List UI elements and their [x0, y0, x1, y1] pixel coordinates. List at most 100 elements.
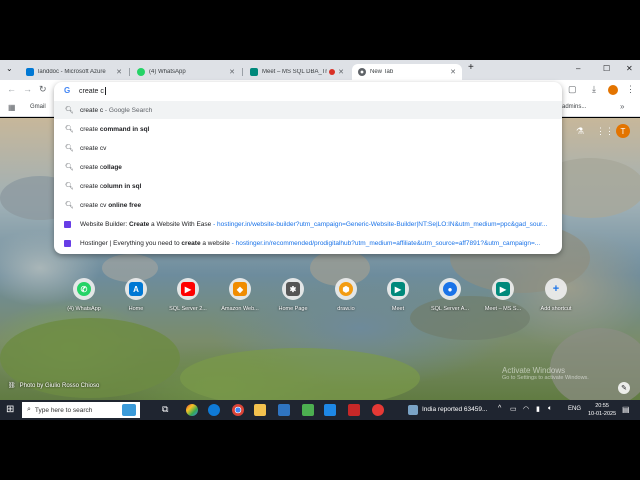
volume-icon[interactable]: 🔈︎: [548, 405, 552, 413]
chrome-icon[interactable]: [232, 404, 244, 416]
shortcut-meet[interactable]: ▶ Meet: [373, 278, 423, 312]
close-icon[interactable]: ✕: [450, 68, 456, 76]
suggestion-item[interactable]: 🔍︎ create collage: [54, 158, 562, 176]
meet-icon: ▶: [496, 282, 510, 296]
shortcut-label: Meet: [391, 306, 405, 312]
site-suggestion-item[interactable]: Website Builder: Create a Website With E…: [54, 215, 562, 233]
customize-pencil-icon[interactable]: ✎: [618, 382, 630, 394]
language-indicator[interactable]: ENG: [568, 406, 581, 412]
notification-icon[interactable]: ▤: [622, 405, 630, 414]
app-icon-chat[interactable]: [372, 404, 384, 416]
bookmark-gmail[interactable]: Gmail: [30, 104, 46, 110]
clock-date: 10-01-2025: [588, 411, 617, 417]
app-icon-green[interactable]: [302, 404, 314, 416]
edge-icon[interactable]: [208, 404, 220, 416]
search-icon: 🔍︎: [65, 202, 74, 209]
tab-azure[interactable]: landdoc - Microsoft Azure ✕: [20, 64, 128, 80]
windows-start-icon[interactable]: ⊞: [6, 404, 14, 415]
whatsapp-icon: [137, 68, 145, 76]
shortcut-whatsapp[interactable]: ✆ (4) WhatsApp: [59, 278, 109, 312]
tab-divider: [242, 68, 243, 76]
tab-search-chevron-icon[interactable]: ⌄: [6, 64, 13, 73]
tab-new-tab[interactable]: New Tab ✕: [352, 64, 462, 80]
app-icon-red[interactable]: [348, 404, 360, 416]
close-icon[interactable]: ✕: [338, 68, 344, 76]
news-ticker[interactable]: India reported 63459...: [422, 406, 487, 413]
maximize-button[interactable]: ☐: [603, 64, 610, 73]
tab-divider: [129, 68, 130, 76]
suggestion-item[interactable]: 🔍︎ create cv: [54, 139, 562, 157]
suggestion-item[interactable]: 🔍︎ create command in sql: [54, 120, 562, 138]
suggestion-item[interactable]: 🔍︎ create column in sql: [54, 177, 562, 195]
search-icon: 🔍︎: [65, 164, 74, 171]
close-window-button[interactable]: ✕: [626, 64, 633, 73]
file-explorer-icon[interactable]: [254, 404, 266, 416]
battery-icon[interactable]: ▮: [536, 405, 540, 413]
close-icon[interactable]: ✕: [116, 68, 122, 76]
forward-arrow-icon[interactable]: →: [23, 84, 32, 94]
shortcut-drawio[interactable]: ⬢ draw.io: [321, 278, 371, 312]
suggestion-text: create cv online free: [80, 201, 142, 209]
labs-flask-icon[interactable]: ⚗: [576, 126, 584, 137]
watermark-title: Activate Windows: [502, 366, 566, 375]
shortcut-meet-ms-s[interactable]: ▶ Meet – MS S...: [478, 278, 528, 312]
activate-windows-watermark: Activate Windows Go to Settings to activ…: [502, 366, 589, 381]
app-icon-blue[interactable]: [324, 404, 336, 416]
taskbar-search-box[interactable]: ⌕ Type here to search: [22, 402, 140, 418]
shortcut-tile: ●: [439, 278, 461, 300]
clock[interactable]: 20:55 10-01-2025: [588, 402, 616, 418]
whatsapp-icon: ✆: [77, 282, 91, 296]
reload-icon[interactable]: ↻: [39, 84, 47, 95]
link-icon: ⛓: [8, 383, 16, 389]
back-arrow-icon[interactable]: ←: [7, 84, 16, 94]
task-view-icon[interactable]: ⧉: [162, 404, 168, 415]
network-icon[interactable]: ▭: [510, 405, 517, 413]
shortcut-amazon-web[interactable]: ◆ Amazon Web...: [215, 278, 265, 312]
bookmarks-overflow-icon[interactable]: »: [620, 102, 624, 111]
site-suggestion-item[interactable]: Hostinger | Everything you need to creat…: [54, 234, 562, 252]
profile-avatar[interactable]: [608, 85, 618, 95]
desktop-screen: ⌄ landdoc - Microsoft Azure ✕ (4) WhatsA…: [0, 60, 640, 420]
apps-grid-icon[interactable]: ▦: [8, 103, 16, 112]
windows-taskbar: ⊞ ⌕ Type here to search ⧉ India reported…: [0, 400, 640, 420]
watermark-subtitle: Go to Settings to activate Windows.: [502, 375, 589, 381]
wifi-icon[interactable]: ◠: [523, 405, 529, 413]
powershell-icon[interactable]: [278, 404, 290, 416]
home-page-icon: ✱: [286, 282, 300, 296]
sql-server-icon: ●: [443, 282, 457, 296]
bookmark-admins[interactable]: admins...: [562, 104, 586, 110]
news-weather-icon[interactable]: [408, 405, 418, 415]
minimize-button[interactable]: –: [576, 64, 580, 73]
suggestion-text: create command in sql: [80, 125, 150, 133]
shortcut-label: SQL Server 2...: [169, 306, 207, 312]
suggestion-text: create c - Google Search: [80, 106, 153, 114]
shortcut-sql-server-a[interactable]: ● SQL Server A...: [425, 278, 475, 312]
shortcut-sql-server-youtube[interactable]: ▶ SQL Server 2...: [163, 278, 213, 312]
omnibox-text[interactable]: create c: [79, 87, 106, 95]
tab-title: New Tab: [370, 69, 394, 75]
shortcut-tile: +: [545, 278, 567, 300]
download-icon[interactable]: ⤓: [592, 84, 596, 95]
google-apps-icon[interactable]: ⋮⋮: [596, 126, 614, 137]
account-avatar[interactable]: T: [616, 124, 630, 138]
photo-credit-link[interactable]: ⛓ Photo by Giulio Rosso Chioso: [8, 382, 99, 390]
copilot-icon[interactable]: [186, 404, 198, 416]
system-tray-chevron-icon[interactable]: ^: [498, 405, 501, 412]
tab-whatsapp[interactable]: (4) WhatsApp ✕: [131, 64, 241, 80]
shortcut-tile: ✱: [282, 278, 304, 300]
tab-meet[interactable]: Meet – MS SQL DBA_Train ✕: [244, 64, 350, 80]
meet-icon: ▶: [391, 282, 405, 296]
shortcut-home-page[interactable]: ✱ Home Page: [268, 278, 318, 312]
new-tab-button[interactable]: +: [468, 62, 474, 73]
omnibox-input[interactable]: G create c: [54, 82, 562, 100]
menu-kebab-icon[interactable]: ⋮: [626, 84, 635, 95]
suggestion-item[interactable]: 🔍︎ create cv online free: [54, 196, 562, 214]
chrome-icon: [358, 68, 366, 76]
close-icon[interactable]: ✕: [229, 68, 235, 76]
aws-cube-icon: ◆: [233, 282, 247, 296]
extensions-icon[interactable]: ▢: [568, 84, 577, 95]
shortcut-add[interactable]: + Add shortcut: [531, 278, 581, 312]
suggestion-item[interactable]: 🔍︎ create c - Google Search: [54, 101, 562, 119]
tab-title: (4) WhatsApp: [149, 69, 186, 75]
shortcut-home[interactable]: A Home: [111, 278, 161, 312]
